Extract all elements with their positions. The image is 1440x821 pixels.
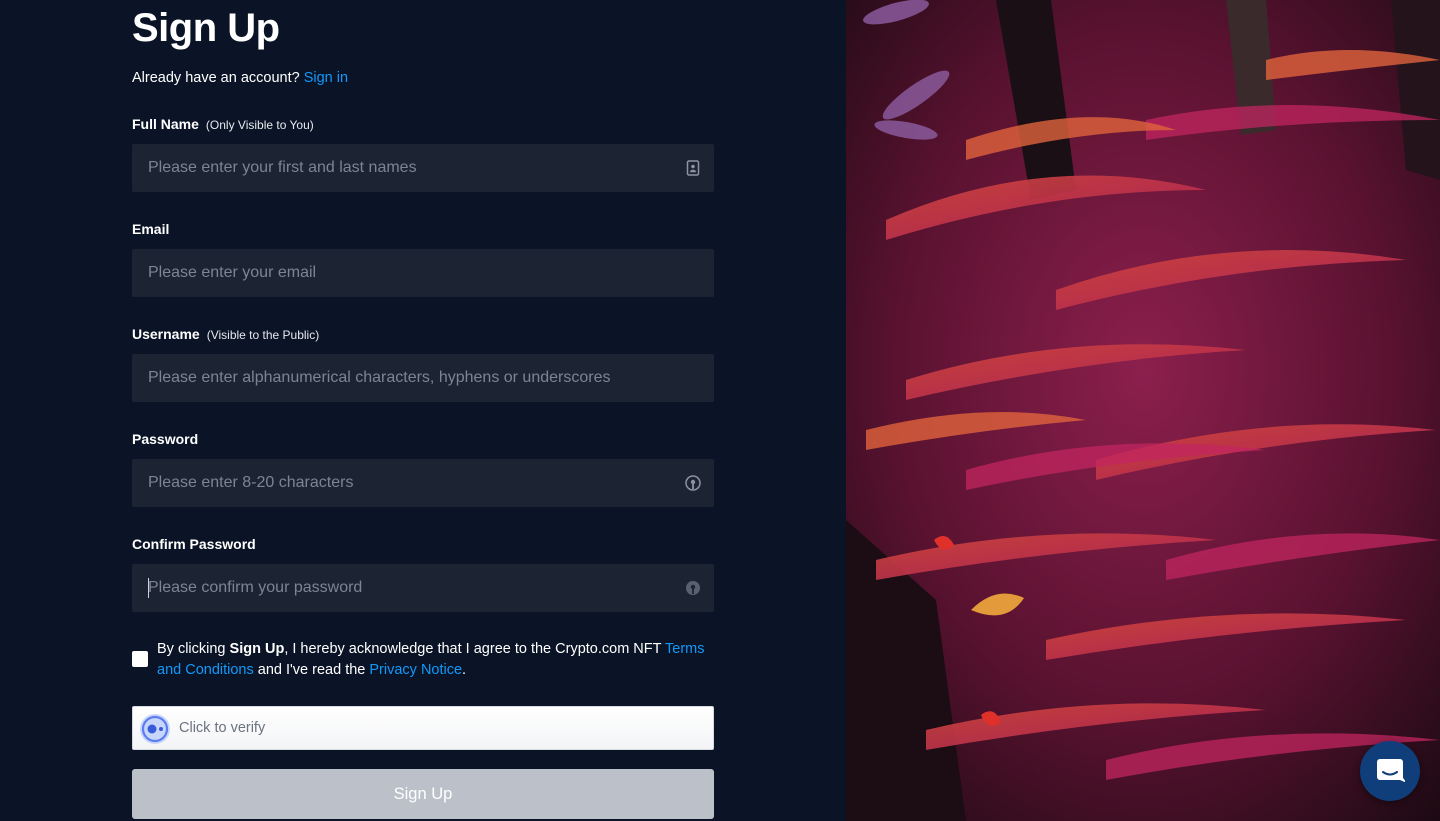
signin-link[interactable]: Sign in [304,70,348,86]
username-field [132,354,714,402]
email-input[interactable] [132,249,714,297]
password-field [132,459,714,507]
contact-card-icon [686,160,700,176]
chat-launcher-button[interactable] [1360,741,1420,801]
signup-panel: Sign Up Already have an account? Sign in… [0,0,846,821]
page-title: Sign Up [132,6,280,50]
password-input[interactable] [132,459,714,507]
password-label: Password [132,431,199,447]
confirm-password-label: Confirm Password [132,536,256,552]
email-label: Email [132,221,170,237]
full-name-field [132,144,714,192]
email-field [132,249,714,297]
signin-prompt-text: Already have an account? [132,70,300,86]
text-cursor [148,578,149,598]
eye-toggle-icon[interactable] [684,579,702,597]
username-label: Username (Visible to the Public) [132,326,319,342]
signin-prompt: Already have an account? Sign in [132,70,348,86]
full-name-input[interactable] [132,144,714,192]
username-note: (Visible to the Public) [206,328,320,342]
full-name-label: Full Name (Only Visible to You) [132,116,314,132]
confirm-password-input[interactable] [132,564,714,612]
signup-button[interactable]: Sign Up [132,769,714,819]
terms-text: By clicking Sign Up, I hereby acknowledg… [157,639,717,681]
terms-checkbox[interactable] [132,651,148,667]
hero-image [846,0,1440,821]
chat-icon [1377,759,1405,783]
terms-bold-signup: Sign Up [229,641,285,657]
terms-text-part: By clicking [157,641,230,657]
confirm-password-field [132,564,714,612]
terms-text-part: , I hereby acknowledge that I agree to t… [284,641,666,657]
captcha-label: Click to verify [179,720,266,736]
full-name-note: (Only Visible to You) [205,118,314,132]
full-name-label-text: Full Name [132,116,199,132]
privacy-notice-link[interactable]: Privacy Notice [369,662,462,678]
captcha-verify-button[interactable]: Click to verify [132,706,714,750]
fern-foliage-image [846,0,1440,821]
terms-text-part: . [462,662,467,678]
captcha-icon [140,714,170,744]
eye-toggle-icon[interactable] [684,474,702,492]
terms-text-part: and I've read the [253,662,370,678]
username-input[interactable] [132,354,714,402]
username-label-text: Username [132,326,200,342]
